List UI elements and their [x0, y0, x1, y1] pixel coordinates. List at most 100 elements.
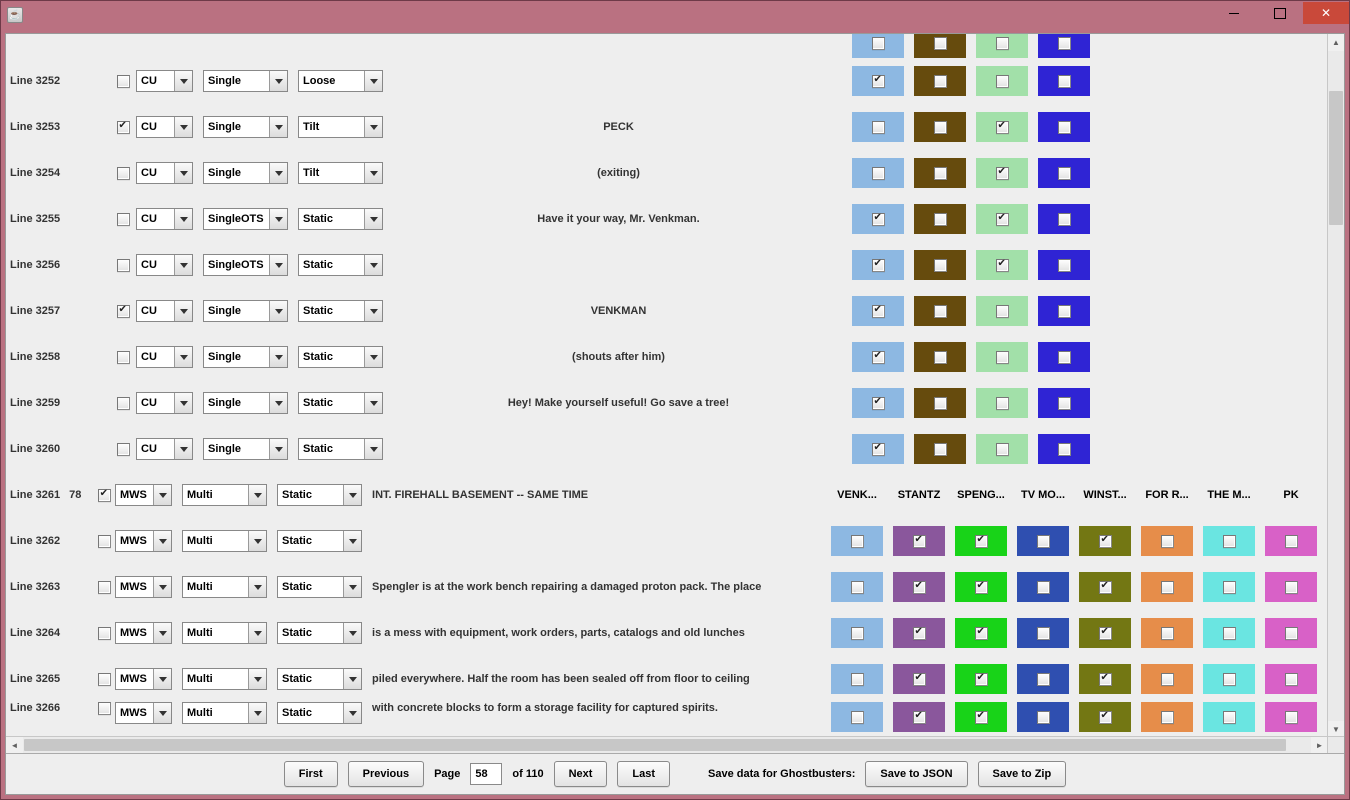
save-zip-button[interactable]: Save to Zip — [978, 761, 1067, 787]
character-checkbox[interactable] — [1038, 434, 1090, 464]
shot-size-select[interactable]: MWS — [115, 702, 172, 724]
character-checkbox[interactable] — [1038, 388, 1090, 418]
shot-type-select[interactable]: Single — [203, 300, 288, 322]
shot-size-select[interactable]: CU — [136, 438, 193, 460]
scroll-right-icon[interactable]: ► — [1311, 737, 1328, 753]
close-button[interactable] — [1303, 2, 1349, 24]
shot-size-select[interactable]: CU — [136, 300, 193, 322]
horizontal-scrollbar[interactable]: ◄ ► — [6, 736, 1328, 753]
shot-type-select[interactable]: SingleOTS — [203, 254, 288, 276]
shot-size-select[interactable]: CU — [136, 346, 193, 368]
character-checkbox-inner[interactable] — [1223, 673, 1236, 686]
character-checkbox[interactable] — [914, 296, 966, 326]
character-checkbox[interactable] — [1079, 664, 1131, 694]
row-checkbox[interactable] — [117, 213, 130, 226]
next-button[interactable]: Next — [554, 761, 608, 787]
movement-select[interactable]: Loose — [298, 70, 383, 92]
character-checkbox-inner[interactable] — [996, 213, 1009, 226]
movement-select[interactable]: Static — [277, 530, 362, 552]
shot-type-select[interactable]: Single — [203, 438, 288, 460]
scroll-left-icon[interactable]: ◄ — [6, 737, 23, 753]
movement-select[interactable]: Static — [277, 622, 362, 644]
shot-size-select[interactable]: CU — [136, 116, 193, 138]
character-checkbox[interactable] — [955, 618, 1007, 648]
character-checkbox[interactable] — [976, 158, 1028, 188]
character-checkbox-inner[interactable] — [1161, 581, 1174, 594]
character-checkbox-inner[interactable] — [913, 627, 926, 640]
character-checkbox-inner[interactable] — [996, 397, 1009, 410]
character-checkbox-inner[interactable] — [1058, 37, 1071, 50]
character-checkbox-inner[interactable] — [1037, 627, 1050, 640]
character-checkbox-inner[interactable] — [934, 305, 947, 318]
character-checkbox[interactable] — [831, 664, 883, 694]
character-checkbox[interactable] — [893, 526, 945, 556]
character-checkbox[interactable] — [1079, 526, 1131, 556]
character-checkbox-inner[interactable] — [1285, 627, 1298, 640]
character-checkbox[interactable] — [1265, 572, 1317, 602]
character-checkbox-inner[interactable] — [1285, 673, 1298, 686]
character-checkbox[interactable] — [1017, 618, 1069, 648]
character-checkbox[interactable] — [1038, 158, 1090, 188]
character-checkbox[interactable] — [1265, 526, 1317, 556]
character-checkbox[interactable] — [852, 66, 904, 96]
previous-button[interactable]: Previous — [348, 761, 424, 787]
character-checkbox[interactable] — [1141, 618, 1193, 648]
character-checkbox-inner[interactable] — [975, 535, 988, 548]
character-checkbox[interactable] — [1038, 66, 1090, 96]
character-checkbox-inner[interactable] — [996, 351, 1009, 364]
character-checkbox-inner[interactable] — [1058, 305, 1071, 318]
hscroll-track[interactable] — [23, 737, 1311, 753]
shot-size-select[interactable]: CU — [136, 162, 193, 184]
character-checkbox[interactable] — [1265, 664, 1317, 694]
character-checkbox-inner[interactable] — [851, 535, 864, 548]
character-checkbox-inner[interactable] — [934, 443, 947, 456]
character-checkbox[interactable] — [852, 250, 904, 280]
character-checkbox[interactable] — [1203, 526, 1255, 556]
character-checkbox[interactable] — [976, 66, 1028, 96]
row-checkbox[interactable] — [117, 351, 130, 364]
movement-select[interactable]: Static — [277, 484, 362, 506]
character-checkbox[interactable] — [1038, 112, 1090, 142]
character-checkbox[interactable] — [893, 572, 945, 602]
character-checkbox-inner[interactable] — [1058, 167, 1071, 180]
row-checkbox[interactable] — [98, 702, 111, 715]
row-checkbox[interactable] — [117, 259, 130, 272]
character-checkbox-inner[interactable] — [975, 581, 988, 594]
character-checkbox[interactable] — [852, 204, 904, 234]
shot-type-select[interactable]: Multi — [182, 576, 267, 598]
character-checkbox[interactable] — [831, 702, 883, 732]
character-checkbox[interactable] — [955, 526, 1007, 556]
character-checkbox-inner[interactable] — [851, 711, 864, 724]
character-checkbox-inner[interactable] — [1099, 535, 1112, 548]
character-checkbox-inner[interactable] — [1161, 535, 1174, 548]
character-checkbox-inner[interactable] — [934, 75, 947, 88]
character-checkbox-inner[interactable] — [872, 259, 885, 272]
shot-type-select[interactable]: Multi — [182, 530, 267, 552]
character-checkbox[interactable] — [976, 112, 1028, 142]
character-checkbox[interactable] — [1141, 572, 1193, 602]
character-checkbox[interactable] — [1203, 664, 1255, 694]
character-checkbox[interactable] — [1038, 34, 1090, 58]
row-checkbox[interactable] — [98, 673, 111, 686]
minimize-button[interactable] — [1211, 2, 1257, 24]
character-checkbox[interactable] — [1038, 342, 1090, 372]
character-checkbox[interactable] — [852, 296, 904, 326]
character-checkbox-inner[interactable] — [872, 75, 885, 88]
character-checkbox[interactable] — [914, 388, 966, 418]
character-checkbox-inner[interactable] — [996, 121, 1009, 134]
shot-type-select[interactable]: Single — [203, 162, 288, 184]
character-checkbox[interactable] — [914, 34, 966, 58]
character-checkbox-inner[interactable] — [996, 259, 1009, 272]
character-checkbox-inner[interactable] — [1037, 535, 1050, 548]
character-checkbox-inner[interactable] — [913, 711, 926, 724]
character-checkbox[interactable] — [852, 34, 904, 58]
shot-type-select[interactable]: Single — [203, 70, 288, 92]
character-checkbox[interactable] — [1038, 204, 1090, 234]
hscroll-thumb[interactable] — [24, 739, 1286, 751]
character-checkbox-inner[interactable] — [1223, 535, 1236, 548]
character-checkbox-inner[interactable] — [934, 213, 947, 226]
character-checkbox-inner[interactable] — [851, 673, 864, 686]
row-checkbox[interactable] — [117, 443, 130, 456]
shot-size-select[interactable]: CU — [136, 392, 193, 414]
character-checkbox-inner[interactable] — [1058, 75, 1071, 88]
